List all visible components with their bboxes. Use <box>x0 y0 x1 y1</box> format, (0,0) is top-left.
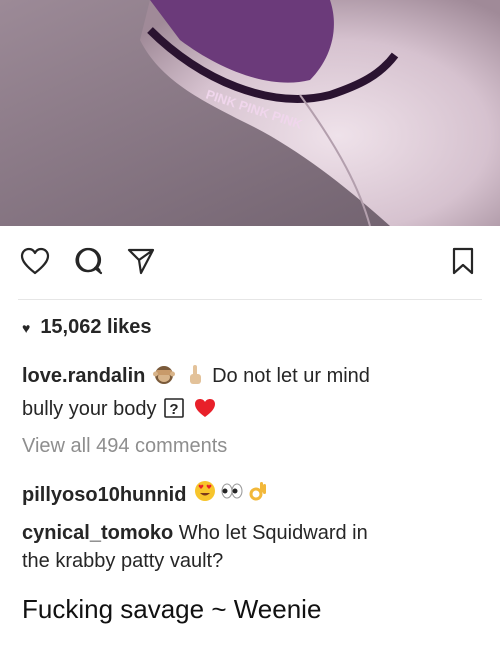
caption-username[interactable]: love.randalin <box>22 365 145 387</box>
bookmark-icon <box>452 247 474 275</box>
like-button[interactable] <box>18 244 52 278</box>
index-pointing-up-emoji <box>185 364 205 395</box>
comment-username[interactable]: cynical_tomoko <box>22 522 173 544</box>
section-divider <box>18 299 482 300</box>
comment-row: pillyoso10hunnid <box>22 480 272 510</box>
likes-count[interactable]: ♥ 15,062 likes <box>22 316 152 339</box>
heart-eyes-emoji <box>194 480 216 510</box>
post-caption: love.randalin Do not let ur mind bully y… <box>22 362 478 428</box>
eyes-emoji <box>220 481 244 509</box>
comment-text-line1: Who let Squidward in <box>178 522 368 544</box>
save-button[interactable] <box>446 244 480 278</box>
small-heart-icon: ♥ <box>22 319 31 336</box>
comment-row: cynical_tomoko Who let Squidward in the … <box>22 519 478 575</box>
heart-icon <box>20 247 50 275</box>
comment-line-1: cynical_tomoko Who let Squidward in <box>22 519 478 547</box>
caption-text-line2: bully your body <box>22 398 157 420</box>
red-heart-emoji <box>194 397 216 428</box>
share-icon <box>127 248 155 275</box>
share-button[interactable] <box>124 244 158 278</box>
see-no-evil-monkey-emoji <box>152 364 175 395</box>
post-photo-image: PINK PINK PINK <box>0 0 500 226</box>
post-photo[interactable]: PINK PINK PINK <box>0 0 500 226</box>
comment-username[interactable]: pillyoso10hunnid <box>22 481 186 509</box>
ok-hand-emoji <box>248 480 270 510</box>
comment-icon <box>75 247 103 275</box>
meme-footer-text: Fucking savage ~ Weenie <box>22 594 322 624</box>
post-action-bar <box>0 244 500 284</box>
caption-line-2: bully your body ? <box>22 395 478 428</box>
view-all-comments-link[interactable]: View all 494 comments <box>22 435 227 458</box>
caption-text-line1: Do not let ur mind <box>212 365 370 387</box>
question-box-emoji: ? <box>164 397 184 428</box>
caption-line-1: love.randalin Do not let ur mind <box>22 362 478 395</box>
svg-text:?: ? <box>170 401 179 418</box>
comment-button[interactable] <box>72 244 106 278</box>
likes-count-text: 15,062 likes <box>40 316 152 338</box>
comment-text-line2: the krabby patty vault? <box>22 550 224 572</box>
